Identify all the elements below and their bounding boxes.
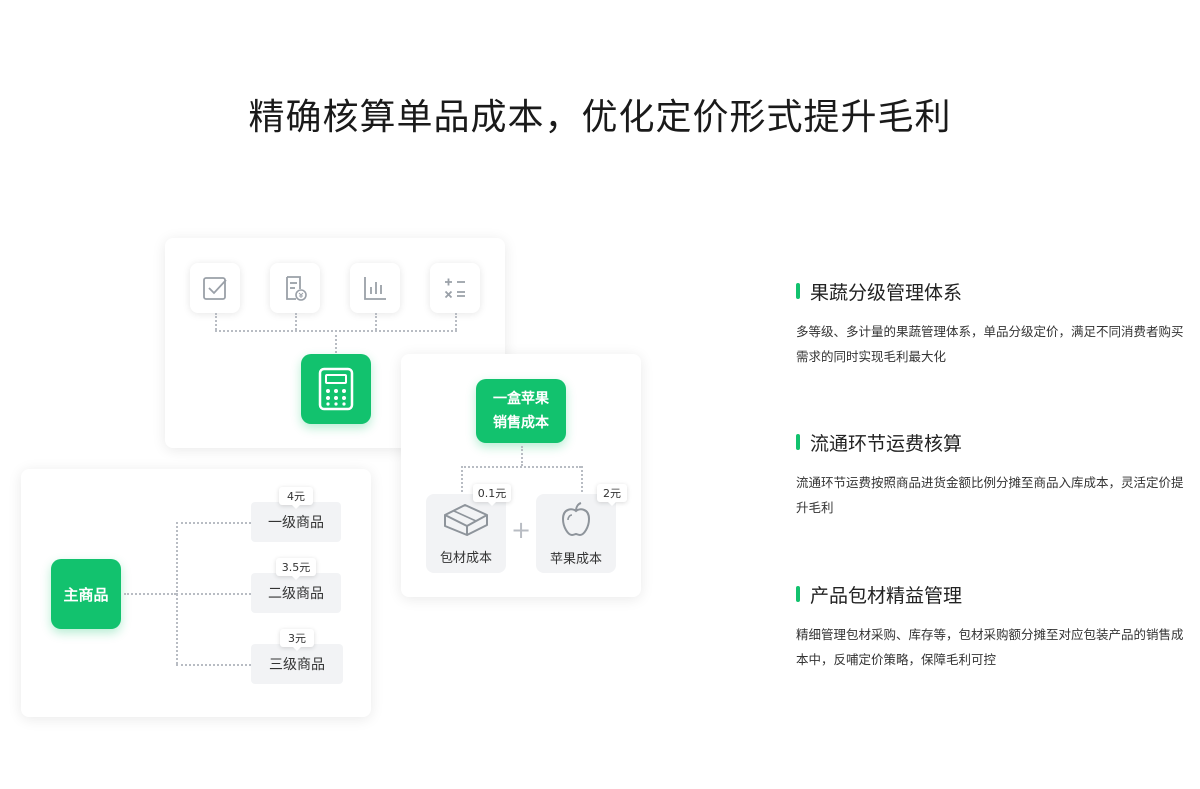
- grade-3-price: 3元: [280, 629, 314, 651]
- invoice-icon: [270, 263, 320, 313]
- packaging-cost-price: 0.1元: [473, 484, 511, 506]
- calculator-operators-icon: [430, 263, 480, 313]
- accent-bar: [796, 434, 800, 450]
- package-box-icon: [442, 501, 490, 541]
- bar-chart-icon: [350, 263, 400, 313]
- calculator-icon: [301, 354, 371, 424]
- plus-sign: +: [511, 516, 532, 544]
- main-product-box: 主商品: [51, 559, 121, 629]
- feature-title: 果蔬分级管理体系: [810, 281, 963, 304]
- feature-item: 果蔬分级管理体系 多等级、多计量的果蔬管理体系，单品分级定价，满足不同消费者购买…: [796, 280, 1192, 369]
- feature-description: 流通环节运费按照商品进货金额比例分摊至商品入库成本，灵活定价提升毛利: [796, 475, 1184, 515]
- grading-card: 主商品 一级商品 4元 二级商品 3.5元 三级商品 3元: [21, 469, 371, 717]
- feature-item: 产品包材精益管理 精细管理包材采购、库存等，包材采购额分摊至对应包装产品的销售成…: [796, 583, 1192, 672]
- apple-icon: [557, 500, 595, 542]
- apple-box-cost-line1: 一盒苹果: [493, 391, 549, 407]
- apple-cost-label: 苹果成本: [549, 552, 602, 567]
- apple-box-cost-line2: 销售成本: [493, 415, 549, 431]
- accent-bar: [796, 283, 800, 299]
- page-title: 精确核算单品成本，优化定价形式提升毛利: [248, 97, 952, 138]
- apple-cost-price: 2元: [597, 484, 627, 506]
- accent-bar: [796, 586, 800, 602]
- feature-title: 流通环节运费核算: [810, 432, 963, 455]
- grade-1-price: 4元: [279, 487, 313, 509]
- checkbox-icon: [190, 263, 240, 313]
- feature-item: 流通环节运费核算 流通环节运费按照商品进货金额比例分摊至商品入库成本，灵活定价提…: [796, 431, 1192, 520]
- feature-title: 产品包材精益管理: [810, 584, 963, 607]
- box-cost-card: 一盒苹果 销售成本 包材成本 0.1元 + 苹果成本 2元: [401, 354, 641, 597]
- apple-cost-box: 苹果成本: [536, 494, 616, 573]
- feature-description: 精细管理包材采购、库存等，包材采购额分摊至对应包装产品的销售成本中，反哺定价策略…: [796, 627, 1184, 667]
- packaging-cost-label: 包材成本: [439, 551, 492, 566]
- grade-2-price: 3.5元: [276, 558, 316, 580]
- apple-box-cost-box: 一盒苹果 销售成本: [476, 379, 566, 443]
- feature-description: 多等级、多计量的果蔬管理体系，单品分级定价，满足不同消费者购买需求的同时实现毛利…: [796, 324, 1184, 364]
